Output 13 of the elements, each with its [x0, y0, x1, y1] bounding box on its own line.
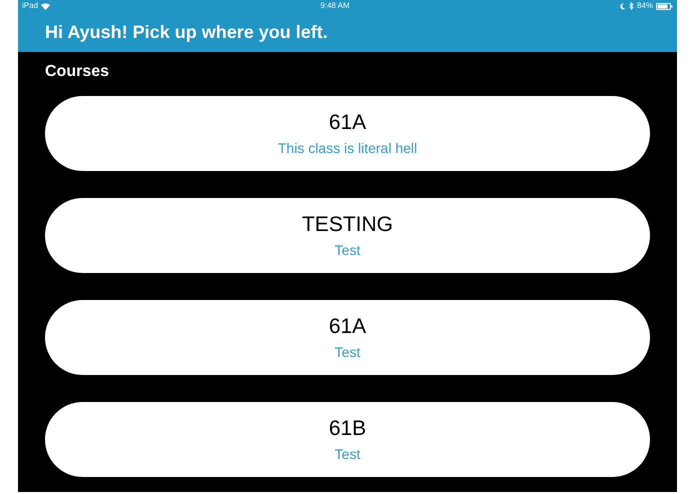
bluetooth-icon	[628, 2, 634, 10]
moon-icon	[620, 2, 626, 10]
course-card[interactable]: 61A Test	[45, 300, 650, 375]
course-card[interactable]: TESTING Test	[45, 198, 650, 273]
course-card[interactable]: 61A This class is literal hell	[45, 96, 650, 171]
section-title: Courses	[45, 63, 110, 80]
device-label: iPad	[22, 0, 38, 12]
course-card[interactable]: 61B Test	[45, 402, 650, 477]
wifi-icon	[41, 2, 50, 10]
clock: 9:48 AM	[320, 0, 350, 12]
battery-percent: 84%	[636, 0, 653, 12]
battery-icon	[656, 2, 673, 10]
greeting-title: Hi Ayush! Pick up where you left.	[45, 20, 328, 44]
